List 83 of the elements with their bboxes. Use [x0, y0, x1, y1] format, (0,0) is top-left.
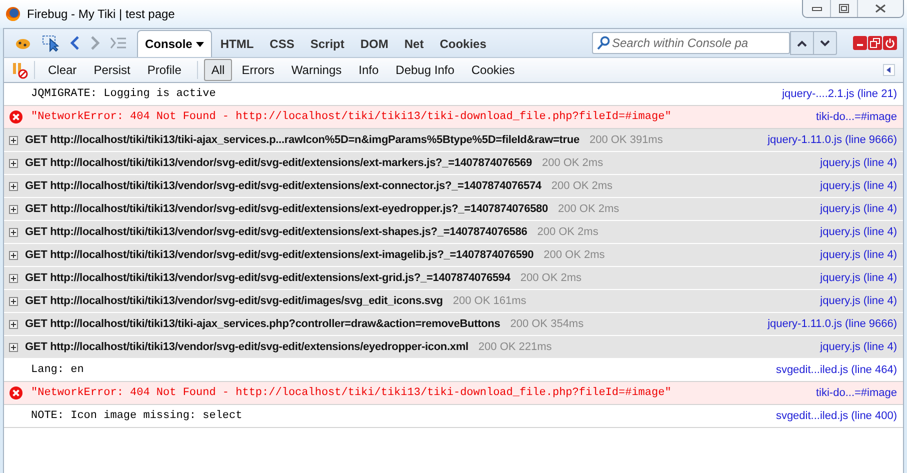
log-message: "NetworkError: 404 Not Found - http://localhost/tiki/tiki13/tiki-download_file.php?fileId=#image": [31, 387, 672, 399]
search-field[interactable]: Search within Console pa: [592, 32, 790, 54]
request-status: 200 OK 2ms: [537, 226, 598, 238]
source-link[interactable]: jquery.js (line 4): [820, 272, 897, 284]
request-status: 200 OK 2ms: [551, 180, 613, 192]
log-message: NOTE: Icon image missing: select: [31, 410, 242, 422]
request-url[interactable]: GET http://localhost/tiki/tiki13/vendor/svg-edit/svg-edit/extensions/ext-connector.js?_=1407874076574: [25, 180, 542, 192]
source-link[interactable]: jquery-1.11.0.js (line 9666): [768, 318, 897, 330]
minimize-icon: [812, 6, 822, 12]
down-chevron-icon: [820, 40, 830, 46]
source-link[interactable]: tiki-do...=#image: [816, 387, 897, 399]
request-status: 200 OK 221ms: [478, 341, 552, 353]
request-status: 200 OK 391ms: [589, 134, 663, 146]
request-url[interactable]: GET http://localhost/tiki/tiki13/tiki-ajax_services.php?controller=draw&action=removeButtons: [25, 318, 500, 330]
filter-button[interactable]: Info: [352, 59, 386, 81]
filter-button[interactable]: Cookies: [464, 59, 522, 81]
close-icon: [875, 4, 886, 13]
panel-tab[interactable]: Cookies: [432, 30, 494, 57]
panel-tab[interactable]: Net: [396, 30, 432, 57]
filter-button[interactable]: Debug Info: [388, 59, 462, 81]
panel-tab[interactable]: CSS: [262, 30, 302, 57]
request-status: 200 OK 2ms: [520, 272, 582, 284]
restore-icon: [870, 38, 880, 48]
log-message: Lang: en: [31, 364, 84, 376]
expand-icon[interactable]: [9, 250, 18, 260]
source-link[interactable]: jquery-1.11.0.js (line 9666): [768, 134, 897, 146]
source-link[interactable]: jquery.js (line 4): [820, 180, 897, 192]
request-url[interactable]: GET http://localhost/tiki/tiki13/vendor/svg-edit/svg-edit/extensions/ext-markers.js?_=1407874076569: [25, 157, 532, 169]
minimize-button[interactable]: [853, 36, 867, 50]
toolbar-button[interactable]: Profile: [140, 59, 188, 81]
error-icon: [9, 386, 23, 400]
expand-icon[interactable]: [9, 320, 18, 328]
expand-icon[interactable]: [9, 274, 18, 282]
expand-icon[interactable]: [9, 228, 18, 236]
request-url[interactable]: GET http://localhost/tiki/tiki13/tiki-ajax_services.p...rawIcon%5D=n&imgParams%5Btype%5D=fileId&raw=true: [25, 134, 580, 146]
request-status: 200 OK 354ms: [510, 318, 584, 330]
panel-tab[interactable]: Script: [302, 30, 352, 57]
browser-logo-icon: [5, 6, 21, 22]
request-status: 200 OK 2ms: [542, 157, 604, 169]
source-link[interactable]: jquery.js (line 4): [820, 226, 897, 238]
expand-icon[interactable]: [9, 158, 18, 168]
request-url[interactable]: GET http://localhost/tiki/tiki13/vendor/svg-edit/svg-edit/extensions/ext-shapes.js?_=1407874076586: [25, 226, 528, 238]
log-message: JQMIGRATE: Logging is active: [31, 88, 216, 100]
log-message: "NetworkError: 404 Not Found - http://localhost/tiki/tiki13/tiki-download_file.php?fileId=#image": [31, 111, 672, 123]
detach-button[interactable]: [868, 36, 882, 50]
source-link[interactable]: svgedit...iled.js (line 400): [776, 410, 897, 422]
up-chevron-icon: [797, 40, 807, 46]
power-icon: [885, 38, 895, 48]
expand-icon[interactable]: [9, 296, 18, 306]
request-status: 200 OK 2ms: [558, 203, 620, 215]
filter-button[interactable]: Warnings: [284, 59, 349, 81]
request-url[interactable]: GET http://localhost/tiki/tiki13/vendor/svg-edit/svg-edit/extensions/ext-eyedropper.js?_=1407874076580: [25, 203, 548, 215]
source-link[interactable]: jquery.js (line 4): [820, 249, 897, 261]
expand-icon[interactable]: [9, 204, 18, 214]
panel-tab[interactable]: DOM: [352, 30, 396, 57]
filter-button[interactable]: All: [204, 59, 232, 81]
pause-icon[interactable]: [12, 61, 28, 79]
request-url[interactable]: GET http://localhost/tiki/tiki13/vendor/svg-edit/svg-edit/images/svg_edit_icons.svg: [25, 295, 443, 307]
request-url[interactable]: GET http://localhost/tiki/tiki13/vendor/svg-edit/svg-edit/extensions/eyedropper-icon.xml: [25, 341, 468, 353]
window-title: Firebug - My Tiki | test page: [27, 7, 175, 21]
source-link[interactable]: jquery-....2.1.js (line 21): [782, 88, 897, 100]
search-icon: [597, 36, 610, 50]
maximize-icon: [839, 4, 849, 13]
panel-tab[interactable]: Console: [137, 30, 212, 57]
expand-icon[interactable]: [9, 182, 18, 190]
source-link[interactable]: jquery.js (line 4): [820, 295, 897, 307]
toolbar-button[interactable]: Clear: [41, 59, 84, 81]
toolbar-button[interactable]: Persist: [86, 59, 138, 81]
request-url[interactable]: GET http://localhost/tiki/tiki13/vendor/svg-edit/svg-edit/extensions/ext-imagelib.js?_=1407874076590: [25, 249, 534, 261]
source-link[interactable]: jquery.js (line 4): [820, 157, 897, 169]
source-link[interactable]: jquery.js (line 4): [820, 203, 897, 215]
request-url[interactable]: GET http://localhost/tiki/tiki13/vendor/svg-edit/svg-edit/extensions/ext-grid.js?_=1407874076594: [25, 272, 510, 284]
source-link[interactable]: jquery.js (line 4): [820, 341, 897, 353]
request-status: 200 OK 161ms: [452, 295, 526, 307]
source-link[interactable]: tiki-do...=#image: [816, 111, 897, 123]
filter-button[interactable]: Errors: [234, 59, 282, 81]
error-icon: [9, 110, 23, 124]
request-status: 200 OK 2ms: [544, 249, 605, 261]
source-link[interactable]: svgedit...iled.js (line 464): [776, 364, 897, 376]
panel-tab[interactable]: HTML: [212, 30, 262, 57]
expand-icon[interactable]: [9, 136, 18, 144]
power-button[interactable]: [883, 36, 897, 50]
expand-icon[interactable]: [9, 342, 18, 352]
